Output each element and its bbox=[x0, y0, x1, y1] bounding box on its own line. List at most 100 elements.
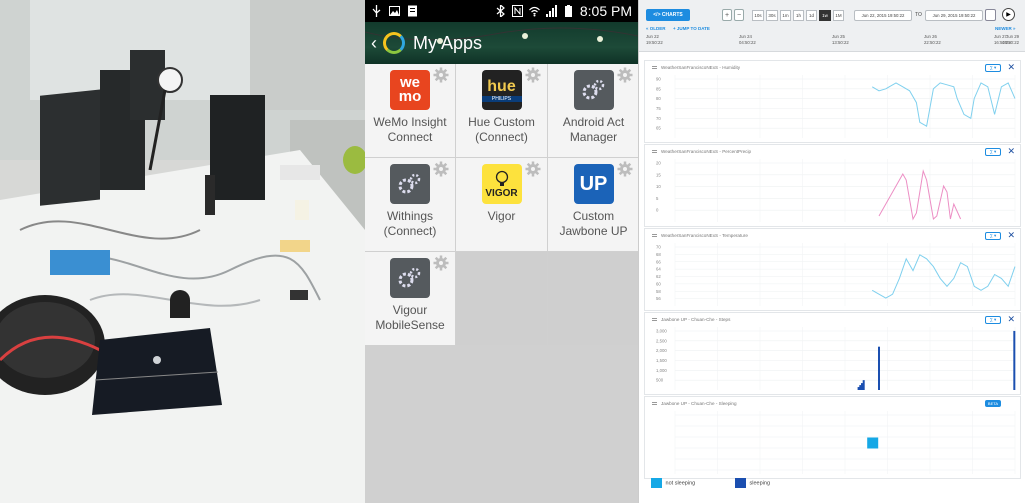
y-tick-label: 68 bbox=[656, 252, 661, 257]
app-tile-android-act-manager[interactable]: Android Act Manager bbox=[548, 64, 638, 157]
status-time: 8:05 PM bbox=[579, 3, 632, 19]
dashboard: </> CHARTS + − 10s 30s 1m 1h 1d 1w 1M Jun 22, … bbox=[638, 0, 1025, 503]
zoom-out-icon[interactable]: − bbox=[734, 9, 744, 21]
range-button-30s[interactable]: 30s bbox=[766, 10, 778, 21]
legend-swatch bbox=[651, 478, 662, 488]
drag-handle-icon[interactable] bbox=[652, 318, 657, 322]
chart-title-text: Jawbone UP - Chuan-Che - Sleeping bbox=[661, 401, 737, 406]
bar bbox=[857, 387, 860, 390]
chart-panel: 70 68 66 64 62 60 58 56 WeatherSanFranciscoNExS … bbox=[644, 228, 1021, 311]
y-tick-label: 5 bbox=[656, 196, 659, 201]
jump-to-date-link[interactable]: + JUMP TO DATE bbox=[673, 26, 710, 31]
bar bbox=[878, 346, 880, 390]
app-label-line1: Withings bbox=[386, 209, 433, 223]
aggregate-dropdown[interactable]: ∑ ▾ bbox=[985, 316, 1001, 324]
settings-gear-icon[interactable] bbox=[525, 67, 541, 83]
chart-svg bbox=[674, 411, 1016, 474]
close-icon[interactable]: ✕ bbox=[1007, 230, 1015, 241]
settings-gear-icon[interactable] bbox=[433, 67, 449, 83]
app-label-line1: WeMo Insight bbox=[373, 115, 447, 129]
signal-icon bbox=[545, 5, 557, 17]
newer-link[interactable]: NEWER » bbox=[995, 26, 1016, 31]
app-tile-hue[interactable]: hue PHILIPS Hue Custom (Connect) bbox=[456, 64, 547, 157]
aggregate-dropdown[interactable]: ∑ ▾ bbox=[985, 64, 1001, 72]
close-icon[interactable]: ✕ bbox=[1007, 62, 1015, 73]
app-logo-icon bbox=[383, 32, 405, 54]
app-label-line1: Vigor bbox=[487, 209, 516, 223]
gears-icon bbox=[390, 258, 430, 298]
date-from-field[interactable]: Jun 22, 2015 19:50:22 bbox=[854, 10, 912, 21]
range-button-10s[interactable]: 10s bbox=[752, 10, 764, 21]
app-tile-vigour-mobilesense[interactable]: Vigour MobileSense bbox=[365, 252, 455, 345]
y-tick-label: 90 bbox=[656, 77, 661, 82]
range-button-1d[interactable]: 1d bbox=[806, 10, 817, 21]
point bbox=[867, 437, 879, 449]
close-icon[interactable]: ✕ bbox=[1007, 146, 1015, 157]
phone-screen: 8:05 PM ‹ My Apps we mo WeMo Insight Conn… bbox=[365, 0, 638, 503]
chart-title: WeatherSanFranciscoNExS - Temperature bbox=[652, 233, 748, 238]
drag-handle-icon[interactable] bbox=[652, 402, 657, 406]
app-tile-jawbone[interactable]: UP Custom Jawbone UP bbox=[548, 158, 638, 251]
drag-handle-icon[interactable] bbox=[652, 234, 657, 238]
drag-handle-icon[interactable] bbox=[652, 150, 657, 154]
drag-handle-icon[interactable] bbox=[652, 66, 657, 70]
vigor-icon: VIGOR bbox=[481, 164, 522, 204]
charts-button[interactable]: </> CHARTS bbox=[646, 9, 690, 21]
apps-grid: we mo WeMo Insight Connect hue PHILIPS Hue… bbox=[365, 64, 638, 345]
desk-photo-illustration bbox=[0, 0, 365, 503]
y-tick-label: 56 bbox=[656, 296, 661, 301]
string-lights-decoration bbox=[365, 27, 638, 44]
older-link[interactable]: « OLDER bbox=[646, 26, 666, 31]
y-tick-label: 70 bbox=[656, 116, 661, 121]
y-tick-label: 2,000 bbox=[656, 348, 667, 353]
chart-panel: 20 15 10 5 0 WeatherSanFranciscoNExS - Percen… bbox=[644, 144, 1021, 227]
y-tick-label: 0 bbox=[656, 208, 659, 213]
bar bbox=[862, 380, 865, 390]
settings-gear-icon[interactable] bbox=[617, 67, 633, 83]
y-tick-label: 10 bbox=[656, 184, 661, 189]
timeline-time: 22:50:22 bbox=[924, 40, 941, 45]
gears-icon bbox=[573, 70, 614, 110]
close-icon[interactable]: ✕ bbox=[1007, 314, 1015, 325]
settings-gear-icon[interactable] bbox=[525, 161, 541, 177]
chart-title: WeatherSanFranciscoNExS - Humidity bbox=[652, 65, 740, 70]
chart-title: Jawbone UP - Chuan-Che - Sleeping bbox=[652, 401, 737, 406]
calendar-icon[interactable] bbox=[985, 9, 996, 21]
dashboard-toolbar: </> CHARTS + − 10s 30s 1m 1h 1d 1w 1M Jun 22, … bbox=[639, 0, 1025, 52]
range-button-1h[interactable]: 1h bbox=[793, 10, 804, 21]
usb-icon bbox=[372, 5, 381, 17]
y-tick-label: 1,500 bbox=[656, 358, 667, 363]
app-label-line1: Hue Custom bbox=[468, 115, 535, 129]
wifi-icon bbox=[528, 6, 540, 17]
app-tile-vigor[interactable]: VIGOR Vigor bbox=[456, 158, 547, 251]
app-tile-withings[interactable]: Withings (Connect) bbox=[365, 158, 455, 251]
chart-title-text: WeatherSanFranciscoNExS - PercentPrecip bbox=[661, 149, 752, 154]
timeline-tick: Jun 24 04:50:22 bbox=[739, 34, 756, 46]
range-button-1m[interactable]: 1m bbox=[780, 10, 791, 21]
settings-gear-icon[interactable] bbox=[433, 255, 449, 271]
play-icon[interactable]: ▶ bbox=[1002, 8, 1015, 21]
settings-gear-icon[interactable] bbox=[433, 161, 449, 177]
date-to-label: TO bbox=[915, 12, 922, 18]
series-line bbox=[871, 82, 1016, 127]
date-to-field[interactable]: Jun 29, 2015 19:50:22 bbox=[925, 10, 983, 21]
y-tick-label: 20 bbox=[656, 161, 661, 166]
timeline-time: 19:50:22 bbox=[1002, 40, 1019, 45]
timeline-tick: Jun 22 19:50:22 bbox=[646, 34, 663, 46]
chart-title-text: WeatherSanFranciscoNExS - Temperature bbox=[661, 233, 748, 238]
app-tile-wemo[interactable]: we mo WeMo Insight Connect bbox=[365, 64, 455, 157]
zoom-in-icon[interactable]: + bbox=[722, 9, 732, 21]
series-line bbox=[878, 169, 962, 221]
aggregate-dropdown[interactable]: ∑ ▾ bbox=[985, 148, 1001, 156]
app-label-line1: Vigour bbox=[392, 303, 428, 317]
aggregate-dropdown[interactable]: ∑ ▾ bbox=[985, 232, 1001, 240]
settings-gear-icon[interactable] bbox=[617, 161, 633, 177]
back-arrow-icon[interactable]: ‹ bbox=[371, 33, 377, 54]
range-button-1M[interactable]: 1M bbox=[833, 10, 844, 21]
bluetooth-icon bbox=[496, 5, 505, 17]
vigor-icon-text: VIGOR bbox=[485, 187, 518, 199]
timeline-tick: Jun 26 22:50:22 bbox=[924, 34, 941, 46]
hue-icon-text: hue bbox=[487, 78, 516, 95]
philips-text: PHILIPS bbox=[481, 96, 522, 102]
range-button-1w[interactable]: 1w bbox=[819, 10, 831, 21]
